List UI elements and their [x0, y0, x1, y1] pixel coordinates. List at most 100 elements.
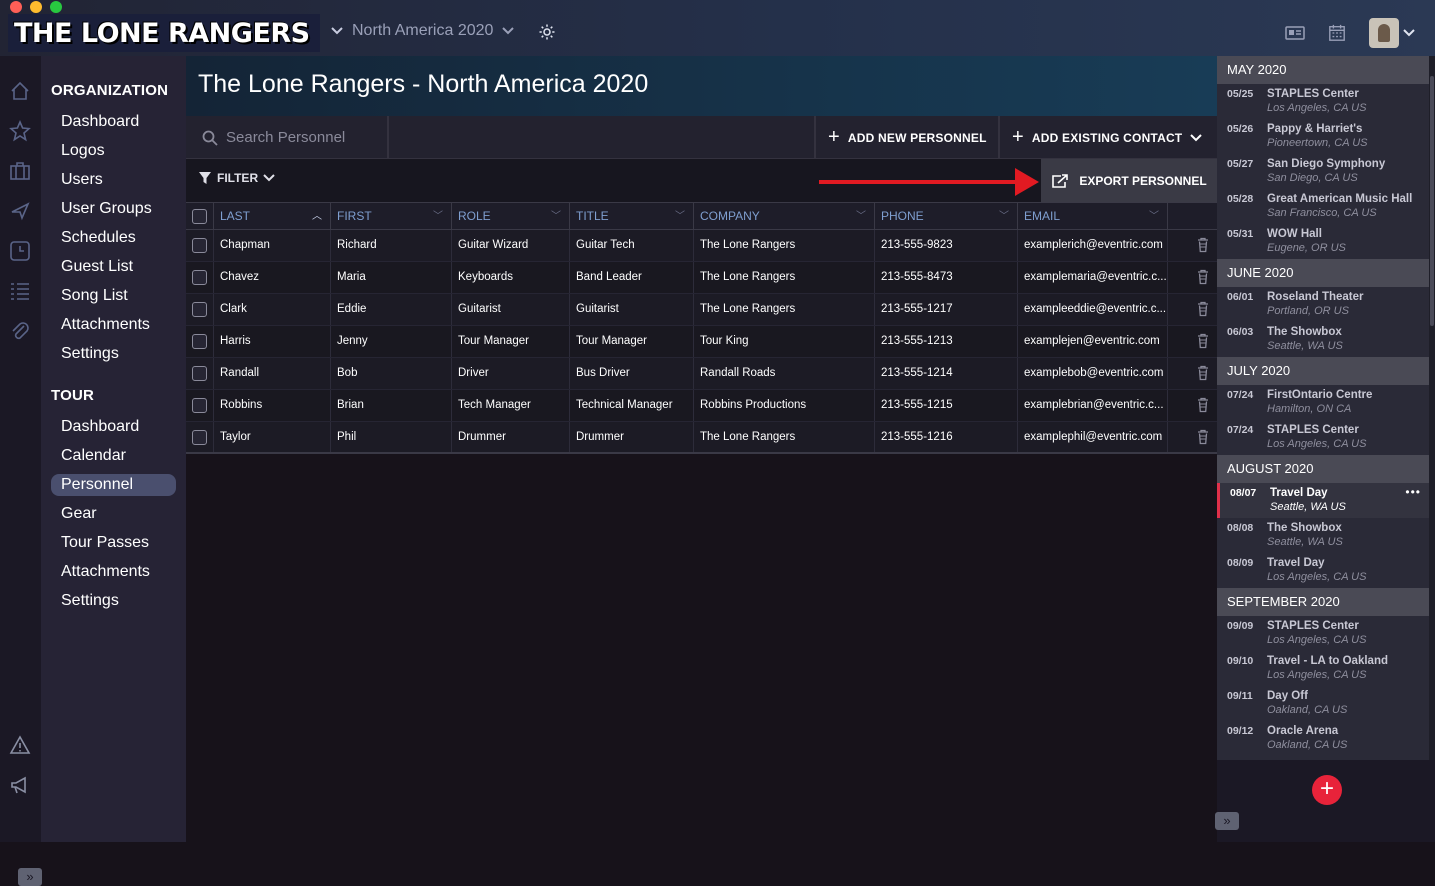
collapse-schedule-button[interactable]: » [1215, 812, 1239, 830]
nav-tour-settings[interactable]: Settings [51, 590, 176, 612]
nav-tour-personnel[interactable]: Personnel [51, 474, 176, 496]
clock-icon[interactable] [9, 240, 31, 262]
delete-icon[interactable] [1197, 429, 1209, 445]
table-row[interactable]: Taylor Phil Drummer Drummer The Lone Rangers… [186, 422, 1217, 454]
filter-button[interactable]: FILTER [198, 171, 275, 185]
warning-icon[interactable] [9, 734, 31, 756]
event-location: Portland, OR US [1267, 305, 1349, 317]
megaphone-icon[interactable] [9, 774, 31, 796]
delete-icon[interactable] [1197, 333, 1209, 349]
nav-org-schedules[interactable]: Schedules [51, 227, 176, 249]
schedule-event[interactable]: 09/12 Oracle Arena Oakland, CA US [1217, 721, 1429, 756]
minimize-window-button[interactable] [30, 1, 42, 13]
schedule-event[interactable]: 05/27 San Diego Symphony San Diego, CA US [1217, 154, 1429, 189]
schedule-month-header: JULY 2020 [1217, 357, 1429, 385]
schedule-event[interactable]: 09/09 STAPLES Center Los Angeles, CA US [1217, 616, 1429, 651]
col-last[interactable]: LAST ︿ [214, 203, 331, 230]
table-row[interactable]: Chavez Maria Keyboards Band Leader The Lone … [186, 262, 1217, 294]
nav-org-logos[interactable]: Logos [51, 140, 176, 162]
schedule-event[interactable]: 05/31 WOW Hall Eugene, OR US [1217, 224, 1429, 259]
nav-org-song-list[interactable]: Song List [51, 285, 176, 307]
col-role[interactable]: ROLE ﹀ [452, 203, 570, 230]
maximize-window-button[interactable] [50, 1, 62, 13]
nav-tour-dashboard[interactable]: Dashboard [51, 416, 176, 438]
avatar [1369, 18, 1399, 48]
col-company[interactable]: COMPANY ﹀ [694, 203, 875, 230]
delete-icon[interactable] [1197, 237, 1209, 253]
paperclip-icon[interactable] [9, 320, 31, 342]
table-row[interactable]: Robbins Brian Tech Manager Technical Manage… [186, 390, 1217, 422]
collapse-sidebar-button[interactable]: » [18, 868, 42, 886]
band-logo[interactable]: THE LONE RANGERS [8, 14, 320, 52]
id-card-icon[interactable] [1285, 24, 1305, 42]
calendar-icon[interactable] [1327, 24, 1347, 42]
schedule-event[interactable]: 09/11 Day Off Oakland, CA US [1217, 686, 1429, 721]
schedule-event[interactable]: 08/09 Travel Day Los Angeles, CA US [1217, 553, 1429, 588]
delete-icon[interactable] [1197, 397, 1209, 413]
close-window-button[interactable] [10, 1, 22, 13]
nav-org-attachments[interactable]: Attachments [51, 314, 176, 336]
col-title[interactable]: TITLE ﹀ [570, 203, 694, 230]
add-event-button[interactable]: + [1312, 775, 1342, 805]
search-box [186, 116, 389, 159]
add-new-personnel-button[interactable]: + ADD NEW PERSONNEL [828, 116, 987, 159]
export-personnel-button[interactable]: EXPORT PERSONNEL [1041, 159, 1217, 202]
star-icon[interactable] [9, 120, 31, 142]
plane-icon[interactable] [9, 200, 31, 222]
table-row[interactable]: Chapman Richard Guitar Wizard Guitar Tech Th… [186, 230, 1217, 262]
schedule-event[interactable]: 06/03 The Showbox Seattle, WA US [1217, 322, 1429, 357]
row-checkbox[interactable] [192, 270, 207, 285]
briefcase-icon[interactable] [9, 160, 31, 182]
nav-tour-attachments[interactable]: Attachments [51, 561, 176, 583]
schedule-event[interactable]: 05/25 STAPLES Center Los Angeles, CA US [1217, 84, 1429, 119]
add-existing-contact-button[interactable]: + ADD EXISTING CONTACT [1012, 116, 1203, 159]
nav-org-settings[interactable]: Settings [51, 343, 176, 365]
user-menu[interactable] [1369, 18, 1415, 48]
row-checkbox[interactable] [192, 398, 207, 413]
col-phone[interactable]: PHONE ﹀ [875, 203, 1018, 230]
delete-icon[interactable] [1197, 269, 1209, 285]
delete-icon[interactable] [1197, 365, 1209, 381]
schedule-event[interactable]: 05/26 Pappy & Harriet's Pioneertown, CA US [1217, 119, 1429, 154]
search-input[interactable] [226, 129, 376, 146]
table-row[interactable]: Harris Jenny Tour Manager Tour Manager Tour … [186, 326, 1217, 358]
table-row[interactable]: Clark Eddie Guitarist Guitarist The Lone Ran… [186, 294, 1217, 326]
cell-first: Maria [331, 262, 452, 293]
nav-tour-gear[interactable]: Gear [51, 503, 176, 525]
gear-icon[interactable] [538, 23, 556, 41]
cell-title: Guitarist [570, 294, 694, 325]
schedule-scrollbar[interactable] [1429, 56, 1435, 760]
delete-icon[interactable] [1197, 301, 1209, 317]
nav-org-users[interactable]: Users [51, 169, 176, 191]
nav-org-dashboard[interactable]: Dashboard [51, 111, 176, 133]
schedule-event[interactable]: 07/24 STAPLES Center Los Angeles, CA US [1217, 420, 1429, 455]
col-first[interactable]: FIRST ﹀ [331, 203, 452, 230]
schedule-event[interactable]: 07/24 FirstOntario Centre Hamilton, ON CA [1217, 385, 1429, 420]
select-all-checkbox[interactable] [192, 209, 207, 224]
home-icon[interactable] [9, 80, 31, 102]
event-date: 09/12 [1227, 725, 1254, 737]
cell-last: Chapman [214, 230, 331, 261]
schedule-event[interactable]: 08/08 The Showbox Seattle, WA US [1217, 518, 1429, 553]
row-checkbox[interactable] [192, 430, 207, 445]
nav-tour-passes[interactable]: Tour Passes [51, 532, 176, 554]
row-checkbox[interactable] [192, 302, 207, 317]
row-checkbox[interactable] [192, 238, 207, 253]
table-row[interactable]: Randall Bob Driver Bus Driver Randall Roads 2… [186, 358, 1217, 390]
schedule-event[interactable]: 06/01 Roseland Theater Portland, OR US [1217, 287, 1429, 322]
cell-title: Bus Driver [570, 358, 694, 389]
schedule-event[interactable]: 08/07 Travel Day Seattle, WA US ••• [1217, 483, 1429, 518]
col-email[interactable]: EMAIL ﹀ [1018, 203, 1168, 230]
nav-org-guest-list[interactable]: Guest List [51, 256, 176, 278]
schedule-event[interactable]: 05/28 Great American Music Hall San Franci… [1217, 189, 1429, 224]
cell-email: examplephil@eventric.com [1018, 422, 1168, 453]
row-checkbox[interactable] [192, 366, 207, 381]
nav-tour-calendar[interactable]: Calendar [51, 445, 176, 467]
row-checkbox[interactable] [192, 334, 207, 349]
nav-org-user-groups[interactable]: User Groups [51, 198, 176, 220]
tour-selector[interactable]: North America 2020 [330, 22, 515, 40]
event-date: 05/28 [1227, 193, 1254, 205]
schedule-event[interactable]: 09/10 Travel - LA to Oakland Los Angeles, … [1217, 651, 1429, 686]
list-icon[interactable] [9, 280, 31, 302]
more-options-icon[interactable]: ••• [1405, 485, 1421, 499]
